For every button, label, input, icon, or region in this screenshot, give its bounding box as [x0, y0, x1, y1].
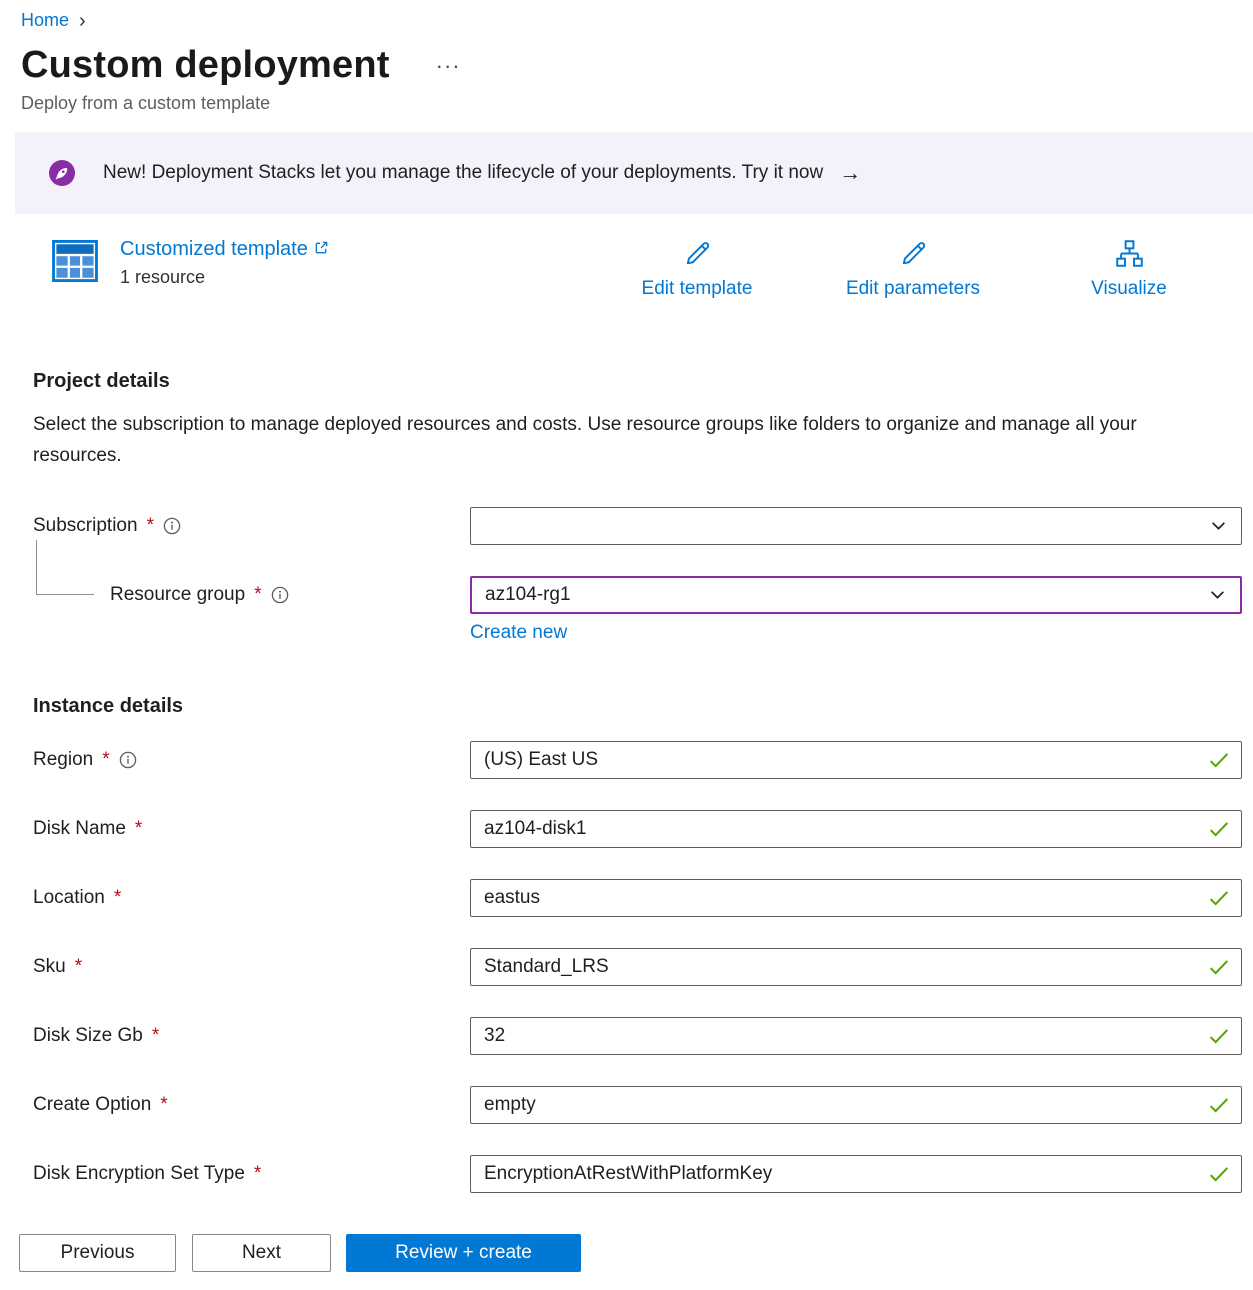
- edit-parameters-button[interactable]: Edit parameters: [805, 238, 1021, 300]
- sku-row: Sku * Standard_LRS: [0, 948, 1253, 986]
- location-row: Location * eastus: [0, 879, 1253, 917]
- checkmark-icon: [1209, 752, 1229, 768]
- disk-name-value: az104-disk1: [484, 818, 586, 840]
- hierarchy-icon: [1114, 238, 1145, 274]
- instance-details-form: Region * (US) East US Disk Na: [0, 741, 1253, 1193]
- project-details-form: Subscription * Resourc: [0, 507, 1253, 644]
- template-info: Customized template 1 resource: [120, 238, 329, 288]
- breadcrumb: Home ›: [21, 10, 1253, 31]
- disk-encryption-set-type-value: EncryptionAtRestWithPlatformKey: [484, 1163, 772, 1185]
- sku-label: Sku: [33, 956, 66, 978]
- pencil-icon: [898, 238, 929, 274]
- disk-size-value: 32: [484, 1025, 505, 1047]
- edit-parameters-label: Edit parameters: [846, 278, 980, 300]
- disk-name-input[interactable]: az104-disk1: [470, 810, 1242, 848]
- location-input[interactable]: eastus: [470, 879, 1242, 917]
- checkmark-icon: [1209, 1097, 1229, 1113]
- info-icon[interactable]: [163, 517, 181, 535]
- template-actions: Edit template Edit parameters: [589, 238, 1237, 300]
- sku-input[interactable]: Standard_LRS: [470, 948, 1242, 986]
- create-option-input[interactable]: empty: [470, 1086, 1242, 1124]
- required-asterisk: *: [160, 1094, 167, 1116]
- info-icon[interactable]: [271, 586, 289, 604]
- required-asterisk: *: [75, 956, 82, 978]
- edit-template-label: Edit template: [642, 278, 753, 300]
- previous-button[interactable]: Previous: [19, 1234, 176, 1272]
- required-asterisk: *: [114, 887, 121, 909]
- checkmark-icon: [1209, 821, 1229, 837]
- region-input[interactable]: (US) East US: [470, 741, 1242, 779]
- disk-encryption-set-type-input[interactable]: EncryptionAtRestWithPlatformKey: [470, 1155, 1242, 1193]
- disk-size-input[interactable]: 32: [470, 1017, 1242, 1055]
- chevron-down-icon: [1209, 587, 1226, 604]
- required-asterisk: *: [102, 749, 109, 771]
- disk-name-label: Disk Name: [33, 818, 126, 840]
- checkmark-icon: [1209, 890, 1229, 906]
- instance-details-heading: Instance details: [33, 695, 1253, 718]
- review-create-button[interactable]: Review + create: [346, 1234, 581, 1272]
- required-asterisk: *: [254, 1163, 261, 1185]
- create-option-row: Create Option * empty: [0, 1086, 1253, 1124]
- create-option-value: empty: [484, 1094, 536, 1116]
- breadcrumb-home-link[interactable]: Home: [21, 10, 69, 31]
- banner-message: New! Deployment Stacks let you manage th…: [103, 162, 823, 184]
- more-menu-icon[interactable]: ···: [436, 53, 461, 79]
- disk-encryption-set-type-row: Disk Encryption Set Type * EncryptionAtR…: [0, 1155, 1253, 1193]
- template-card: Customized template 1 resource: [0, 238, 1253, 326]
- disk-encryption-set-type-label: Disk Encryption Set Type: [33, 1163, 245, 1185]
- region-row: Region * (US) East US: [0, 741, 1253, 779]
- required-asterisk: *: [147, 515, 154, 537]
- location-label: Location: [33, 887, 105, 909]
- external-link-icon: [314, 238, 329, 261]
- project-details-heading: Project details: [33, 370, 1253, 393]
- custom-deployment-page: Home › Custom deployment ··· Deploy from…: [0, 10, 1253, 1193]
- subscription-label: Subscription: [33, 515, 138, 537]
- customized-template-link[interactable]: Customized template: [120, 238, 308, 261]
- checkmark-icon: [1209, 1028, 1229, 1044]
- create-new-row: Create new: [470, 622, 1253, 644]
- chevron-right-icon: ›: [79, 11, 86, 31]
- location-value: eastus: [484, 887, 540, 909]
- template-icon: [52, 240, 98, 282]
- disk-size-row: Disk Size Gb * 32: [0, 1017, 1253, 1055]
- checkmark-icon: [1209, 1166, 1229, 1182]
- subscription-row: Subscription *: [0, 507, 1253, 545]
- sku-value: Standard_LRS: [484, 956, 609, 978]
- visualize-label: Visualize: [1091, 278, 1167, 300]
- pencil-icon: [682, 238, 713, 274]
- required-asterisk: *: [135, 818, 142, 840]
- edit-template-button[interactable]: Edit template: [589, 238, 805, 300]
- resource-group-label: Resource group: [110, 584, 245, 606]
- visualize-button[interactable]: Visualize: [1021, 238, 1237, 300]
- checkmark-icon: [1209, 959, 1229, 975]
- disk-name-row: Disk Name * az104-disk1: [0, 810, 1253, 848]
- footer-bar: Previous Next Review + create: [0, 1216, 1253, 1290]
- template-resource-count: 1 resource: [120, 267, 329, 288]
- required-asterisk: *: [152, 1025, 159, 1047]
- arrow-right-icon[interactable]: →: [839, 162, 861, 184]
- title-row: Custom deployment ···: [21, 44, 1253, 87]
- region-value: (US) East US: [484, 749, 598, 771]
- create-option-label: Create Option: [33, 1094, 151, 1116]
- project-details-description: Select the subscription to manage deploy…: [33, 409, 1183, 471]
- chevron-down-icon: [1210, 518, 1227, 535]
- region-label: Region: [33, 749, 93, 771]
- subscription-dropdown[interactable]: [470, 507, 1242, 545]
- hierarchy-connector-line: [36, 540, 94, 595]
- resource-group-row: Resource group * az104-rg1: [0, 576, 1253, 614]
- page-title: Custom deployment: [21, 44, 390, 87]
- deployment-stacks-banner[interactable]: New! Deployment Stacks let you manage th…: [15, 132, 1253, 214]
- create-new-link[interactable]: Create new: [470, 622, 567, 643]
- next-button[interactable]: Next: [192, 1234, 331, 1272]
- required-asterisk: *: [254, 584, 261, 606]
- disk-size-label: Disk Size Gb: [33, 1025, 143, 1047]
- resource-group-value: az104-rg1: [485, 584, 571, 606]
- page-subtitle: Deploy from a custom template: [21, 93, 1253, 114]
- info-icon[interactable]: [119, 751, 137, 769]
- rocket-icon: [49, 160, 75, 186]
- resource-group-dropdown[interactable]: az104-rg1: [470, 576, 1242, 614]
